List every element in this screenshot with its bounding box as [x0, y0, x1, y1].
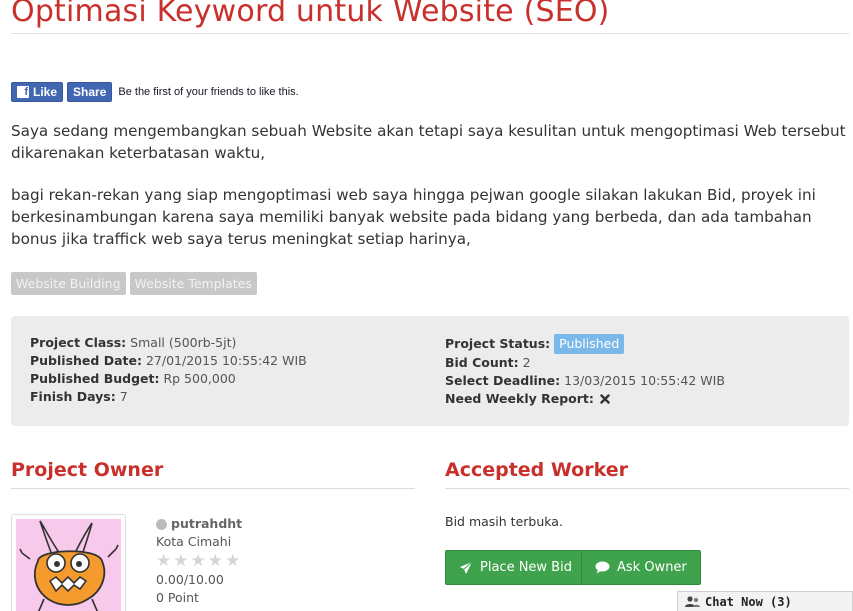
project-class-label: Project Class: — [30, 335, 127, 350]
project-info-panel: Project Class: Small (500rb-5jt) Publish… — [11, 316, 849, 426]
description-paragraph-1: Saya sedang mengembangkan sebuah Website… — [11, 122, 846, 162]
place-new-bid-label: Place New Bid — [480, 560, 572, 575]
owner-name-row: putrahdht — [156, 515, 242, 533]
facebook-icon: f — [17, 86, 29, 98]
avatar-monster-image — [16, 519, 121, 611]
bid-status-text: Bid masih terbuka. — [445, 514, 563, 529]
users-icon — [685, 595, 701, 608]
project-owner-divider — [11, 488, 415, 489]
star-icon: ★ — [173, 551, 189, 571]
accepted-worker-divider — [445, 488, 849, 489]
status-badge: Published — [554, 334, 625, 354]
star-icon: ★ — [156, 551, 172, 571]
owner-rating-stars: ★ ★ ★ ★ ★ — [156, 551, 242, 571]
published-date-value: 27/01/2015 10:55:42 WIB — [145, 353, 307, 368]
page-title: Optimasi Keyword untuk Website (SEO) — [11, 0, 610, 29]
chat-now-bar[interactable]: Chat Now (3) — [677, 591, 853, 611]
deadline-value: 13/03/2015 10:55:42 WIB — [564, 373, 725, 388]
chat-now-label: Chat Now (3) — [705, 594, 792, 609]
owner-username[interactable]: putrahdht — [171, 515, 242, 533]
times-icon — [600, 394, 610, 404]
finish-days-value: 7 — [119, 389, 128, 404]
deadline-row: Select Deadline: 13/03/2015 10:55:42 WIB — [445, 372, 725, 390]
title-divider — [11, 33, 849, 34]
owner-avatar[interactable] — [11, 514, 126, 611]
published-date-row: Published Date: 27/01/2015 10:55:42 WIB — [30, 352, 307, 370]
published-budget-label: Published Budget: — [30, 371, 160, 386]
finish-days-row: Finish Days: 7 — [30, 388, 307, 406]
project-class-row: Project Class: Small (500rb-5jt) — [30, 334, 307, 352]
bid-count-label: Bid Count: — [445, 355, 519, 370]
owner-city: Kota Cimahi — [156, 534, 232, 549]
owner-rating-text: 0.00/10.00 — [156, 572, 224, 587]
project-owner-heading: Project Owner — [11, 459, 164, 481]
tag-website-templates[interactable]: Website Templates — [129, 272, 257, 295]
send-icon — [459, 561, 473, 575]
owner-points: 0 Point — [156, 590, 199, 605]
star-icon: ★ — [225, 551, 241, 571]
star-icon: ★ — [207, 551, 223, 571]
owner-details: putrahdht Kota Cimahi ★ ★ ★ ★ ★ 0.00/10.… — [156, 515, 242, 607]
bid-count-value: 2 — [522, 355, 531, 370]
offline-status-icon — [156, 518, 167, 530]
published-budget-row: Published Budget: Rp 500,000 — [30, 370, 307, 388]
comment-icon — [595, 561, 610, 574]
project-class-value: Small (500rb-5jt) — [130, 335, 237, 350]
weekly-report-row: Need Weekly Report: — [445, 390, 725, 408]
facebook-social-bar: f Like Share Be the first of your friend… — [11, 82, 299, 102]
ask-owner-label: Ask Owner — [617, 560, 687, 575]
star-icon: ★ — [190, 551, 206, 571]
facebook-social-text: Be the first of your friends to like thi… — [118, 86, 299, 98]
facebook-like-button[interactable]: f Like — [11, 82, 64, 102]
project-info-right: Project Status: Published Bid Count: 2 S… — [445, 334, 725, 408]
published-date-label: Published Date: — [30, 353, 142, 368]
project-status-label: Project Status: — [445, 336, 551, 351]
project-info-left: Project Class: Small (500rb-5jt) Publish… — [30, 334, 307, 406]
facebook-like-label: Like — [33, 85, 58, 99]
place-new-bid-button[interactable]: Place New Bid — [445, 550, 586, 585]
skill-tags: Website Building Website Templates — [11, 272, 261, 295]
weekly-report-label: Need Weekly Report: — [445, 391, 594, 406]
published-budget-value: Rp 500,000 — [163, 371, 236, 386]
facebook-share-label: Share — [73, 85, 107, 99]
finish-days-label: Finish Days: — [30, 389, 116, 404]
description-paragraph-2: bagi rekan-rekan yang siap mengoptimasi … — [11, 186, 816, 248]
accepted-worker-heading: Accepted Worker — [445, 459, 628, 481]
project-status-row: Project Status: Published — [445, 334, 725, 354]
bid-count-row: Bid Count: 2 — [445, 354, 725, 372]
deadline-label: Select Deadline: — [445, 373, 561, 388]
facebook-share-button[interactable]: Share — [67, 82, 113, 102]
tag-website-building[interactable]: Website Building — [11, 272, 126, 295]
ask-owner-button[interactable]: Ask Owner — [581, 550, 701, 585]
